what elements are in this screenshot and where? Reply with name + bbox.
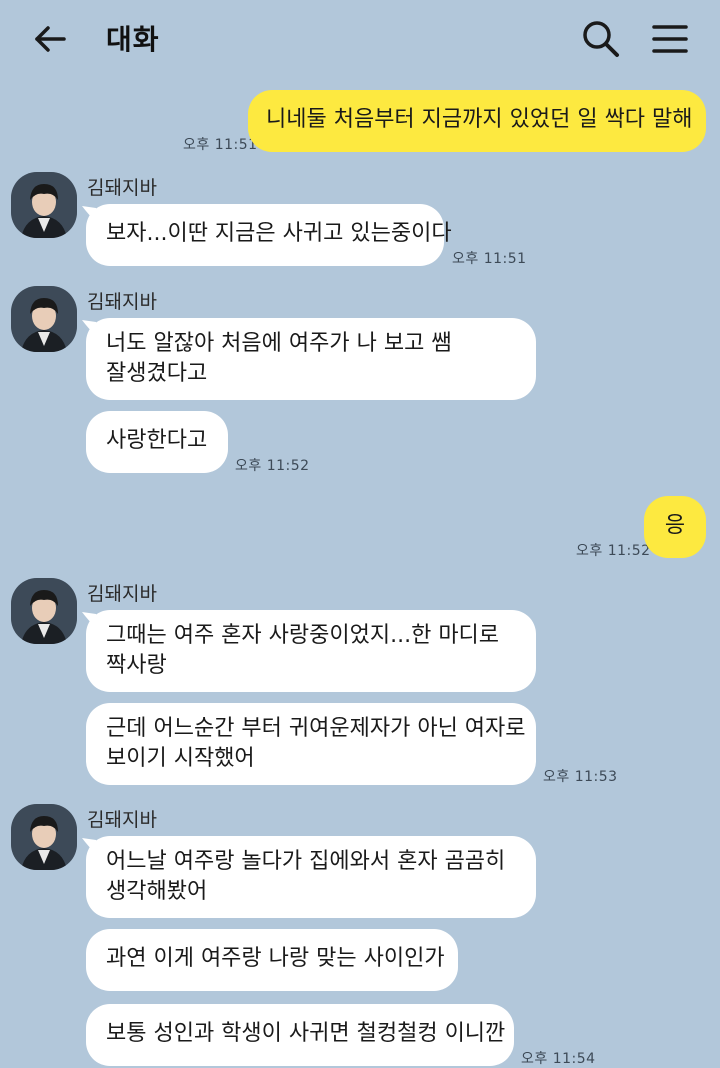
message-text-line: 잘생겼다고	[106, 361, 208, 386]
message-text: 사랑한다고	[106, 428, 208, 453]
message-text: 응	[664, 513, 686, 538]
profile-photo	[11, 172, 77, 238]
message-text-line: 그때는 여주 혼자 사랑중이었지...한 마디로	[106, 623, 500, 648]
chat-header: 대화	[0, 0, 720, 78]
message-time: 오후 11:51	[452, 251, 527, 267]
hamburger-menu-icon	[652, 25, 688, 53]
message-text: 보통 성인과 학생이 사귀면 철컹철컹 이니깐	[106, 1021, 506, 1046]
message-text-line: 생각해봤어	[106, 879, 208, 904]
message-text-line: 근데 어느순간 부터 귀여운제자가 아닌 여자로	[106, 716, 526, 741]
profile-photo	[11, 804, 77, 870]
other-message-bubble[interactable]: 근데 어느순간 부터 귀여운제자가 아닌 여자로 보이기 시작했어	[86, 703, 536, 785]
message-text: 니네둘 처음부터 지금까지 있었던 일 싹다 말해	[266, 107, 693, 132]
avatar[interactable]	[11, 578, 77, 644]
message-text-line: 보이기 시작했어	[106, 746, 255, 771]
other-message-bubble[interactable]: 사랑한다고	[86, 411, 228, 473]
sender-name: 김돼지바	[87, 809, 157, 831]
my-message-bubble[interactable]: 응	[644, 496, 706, 558]
message-text-line: 어느날 여주랑 놀다가 집에와서 혼자 곰곰히	[106, 849, 506, 874]
message-time: 오후 11:52	[235, 458, 310, 474]
message-text-line: 너도 알잖아 처음에 여주가 나 보고 쌤	[106, 331, 452, 356]
avatar[interactable]	[11, 172, 77, 238]
sender-name: 김돼지바	[87, 177, 157, 199]
avatar[interactable]	[11, 804, 77, 870]
message-time: 오후 11:54	[521, 1051, 596, 1067]
my-message-bubble[interactable]: 니네둘 처음부터 지금까지 있었던 일 싹다 말해	[248, 90, 706, 152]
sender-name: 김돼지바	[87, 583, 157, 605]
other-message-bubble[interactable]: 과연 이게 여주랑 나랑 맞는 사이인가	[86, 929, 458, 991]
back-button[interactable]	[32, 20, 70, 58]
other-message-bubble[interactable]: 너도 알잖아 처음에 여주가 나 보고 쌤 잘생겼다고	[86, 318, 536, 400]
chat-title: 대화	[106, 23, 160, 56]
message-text: 과연 이게 여주랑 나랑 맞는 사이인가	[106, 946, 445, 971]
other-message-bubble[interactable]: 그때는 여주 혼자 사랑중이었지...한 마디로 짝사랑	[86, 610, 536, 692]
profile-photo	[11, 578, 77, 644]
message-time: 오후 11:53	[543, 769, 618, 785]
other-message-bubble[interactable]: 보자...이딴 지금은 사귀고 있는중이다	[86, 204, 452, 266]
profile-photo	[11, 286, 77, 352]
menu-button[interactable]	[650, 20, 690, 58]
avatar[interactable]	[11, 286, 77, 352]
back-arrow-icon	[35, 26, 66, 52]
message-text: 보자...이딴 지금은 사귀고 있는중이다	[106, 221, 452, 246]
sender-name: 김돼지바	[87, 291, 157, 313]
other-message-bubble[interactable]: 어느날 여주랑 놀다가 집에와서 혼자 곰곰히 생각해봤어	[86, 836, 536, 918]
search-icon	[583, 21, 619, 57]
message-time: 오후 11:51	[183, 137, 258, 153]
message-text-line: 짝사랑	[106, 653, 167, 678]
search-button[interactable]	[580, 18, 622, 60]
message-time: 오후 11:52	[576, 543, 651, 559]
other-message-bubble[interactable]: 보통 성인과 학생이 사귀면 철컹철컹 이니깐	[86, 1004, 514, 1066]
